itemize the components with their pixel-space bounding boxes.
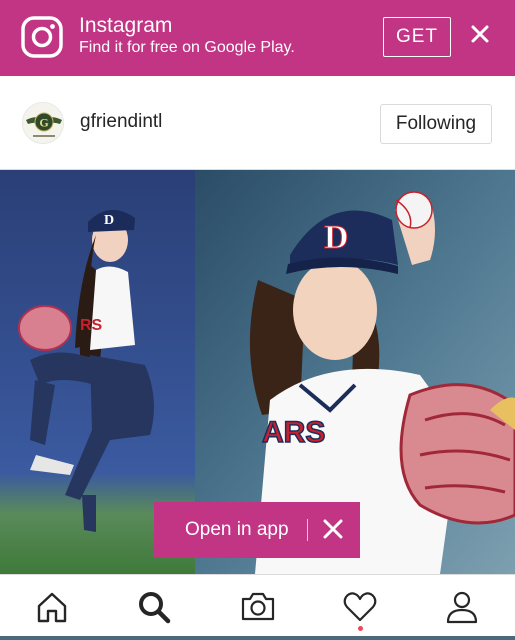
search-icon[interactable] bbox=[136, 589, 172, 625]
post-username[interactable]: gfriendintl bbox=[80, 110, 162, 134]
close-icon[interactable] bbox=[468, 22, 492, 46]
avatar-logo-icon: G bbox=[23, 103, 63, 143]
camera-icon[interactable] bbox=[240, 589, 276, 625]
profile-icon[interactable] bbox=[444, 589, 480, 625]
open-in-app-label: Open in app bbox=[185, 519, 289, 540]
bottom-navigation bbox=[0, 574, 515, 640]
install-app-banner[interactable]: Instagram Find it for free on Google Pla… bbox=[0, 0, 515, 76]
heart-icon[interactable] bbox=[342, 589, 378, 625]
following-button[interactable]: Following bbox=[380, 104, 492, 144]
close-icon[interactable] bbox=[322, 518, 344, 540]
home-icon[interactable] bbox=[34, 589, 70, 625]
instagram-mobile-web: Instagram Find it for free on Google Pla… bbox=[0, 0, 515, 640]
open-in-app-button[interactable]: Open in app bbox=[154, 502, 360, 558]
svg-text:G: G bbox=[39, 116, 48, 130]
get-app-button[interactable]: GET bbox=[383, 17, 451, 57]
banner-subtitle: Find it for free on Google Play. bbox=[79, 39, 295, 56]
banner-app-name: Instagram bbox=[79, 14, 173, 37]
system-bar-edge bbox=[0, 636, 515, 640]
svg-text:ARS: ARS bbox=[262, 416, 325, 449]
svg-text:D: D bbox=[324, 219, 349, 256]
avatar[interactable]: G bbox=[22, 102, 64, 144]
svg-text:RS: RS bbox=[80, 317, 103, 334]
post-header: G gfriendintl Following bbox=[0, 76, 515, 170]
post-photo[interactable]: D RS D ARS Open in app bbox=[0, 170, 515, 574]
open-in-app-divider bbox=[307, 519, 308, 541]
svg-text:D: D bbox=[104, 213, 114, 228]
activity-notification-dot bbox=[358, 626, 363, 631]
instagram-logo-icon bbox=[21, 16, 63, 58]
